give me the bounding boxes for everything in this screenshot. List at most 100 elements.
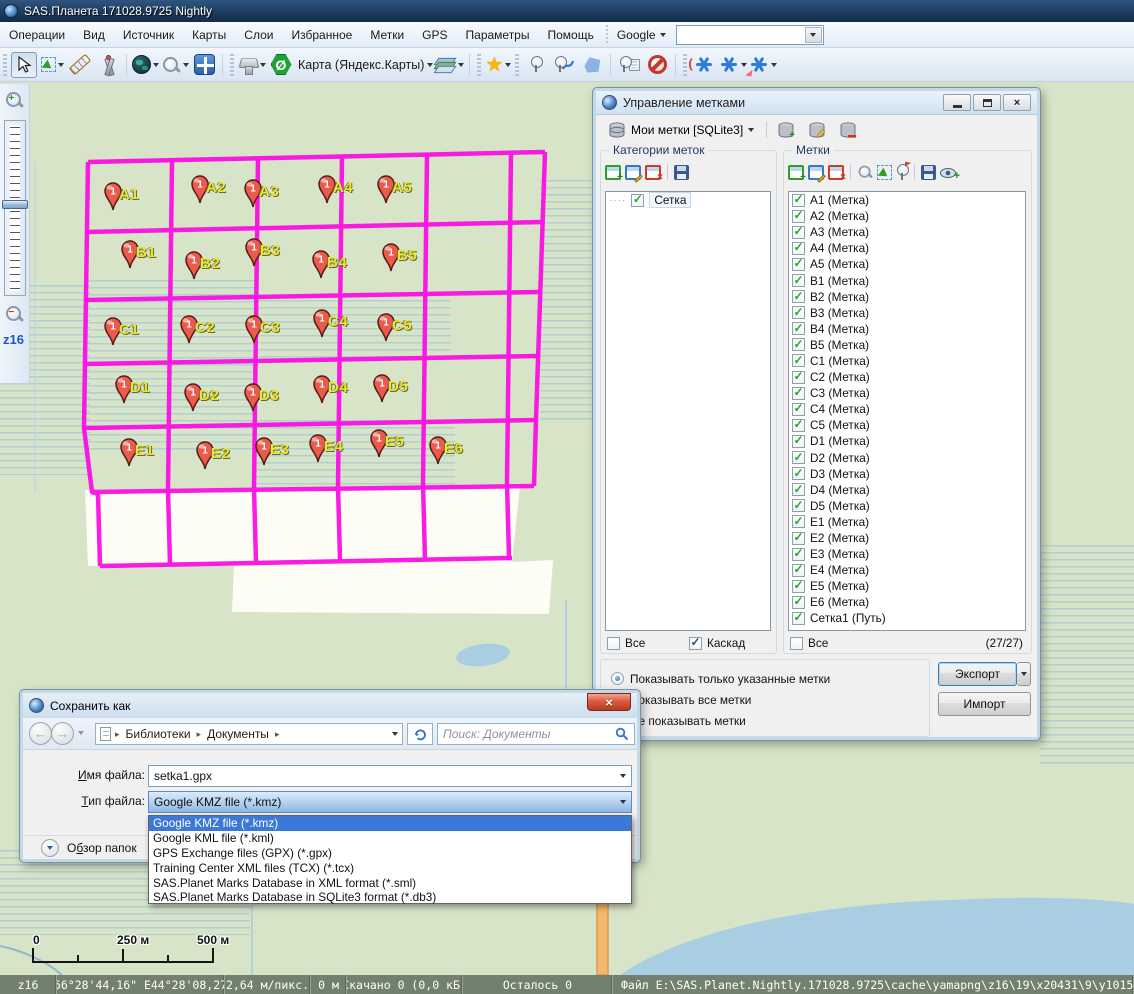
map-marker-A2[interactable]: 1A2 (189, 174, 249, 204)
export-button[interactable]: Экспорт (938, 662, 1017, 686)
app-titlebar[interactable]: SAS.Планета 171028.9725 Nightly (0, 0, 1134, 22)
checkbox-icon[interactable] (792, 403, 805, 416)
breadcrumb-item[interactable]: Документы (205, 727, 271, 741)
mark-item[interactable]: D4 (Метка) (789, 482, 1025, 498)
db-edit-button[interactable] (804, 119, 830, 141)
categories-list[interactable]: ····Сетка (605, 191, 771, 631)
download-manager-button[interactable] (238, 52, 266, 78)
mark-item[interactable]: E2 (Метка) (789, 530, 1025, 546)
menu-item-Избранное[interactable]: Избранное (282, 24, 361, 46)
checkbox-icon[interactable] (792, 548, 805, 561)
map-marker-B2[interactable]: 1B2 (183, 250, 243, 280)
filetype-option[interactable]: GPS Exchange files (GPX) (*.gpx) (149, 846, 631, 861)
map-marker-B1[interactable]: 1B1 (119, 239, 179, 269)
mark-item[interactable]: C5 (Метка) (789, 417, 1025, 433)
map-marker-D1[interactable]: 1D1 (113, 374, 173, 404)
save-icon[interactable] (674, 165, 689, 180)
marks-dialog-titlebar[interactable]: Управление метками × (596, 91, 1037, 115)
filetype-option[interactable]: Google KML file (*.kml) (149, 831, 631, 846)
add-path-button[interactable] (551, 52, 577, 78)
fullscreen-button[interactable] (191, 52, 217, 78)
layers-button[interactable] (434, 52, 464, 78)
checkbox-icon[interactable] (792, 306, 805, 319)
checkbox-icon[interactable] (790, 637, 803, 650)
placemark-manager-button[interactable] (616, 52, 642, 78)
combo-dropdown-button[interactable] (805, 27, 822, 43)
add-placemark-button[interactable] (523, 52, 549, 78)
map-marker-B5[interactable]: 1B5 (380, 242, 440, 272)
checkbox-icon[interactable] (792, 435, 805, 448)
save-icon[interactable] (921, 165, 936, 180)
zoom-in-icon[interactable]: + (4, 90, 24, 110)
checkbox-icon[interactable] (792, 451, 805, 464)
category-edit-icon[interactable] (625, 165, 641, 180)
mark-item[interactable]: C2 (Метка) (789, 369, 1025, 385)
marks-db-selector[interactable]: Мои метки [SQLite3] (601, 119, 761, 141)
checkbox-icon[interactable] (792, 596, 805, 609)
menu-item-Метки[interactable]: Метки (361, 24, 413, 46)
mark-item[interactable]: B3 (Метка) (789, 305, 1025, 321)
mark-item[interactable]: B1 (Метка) (789, 272, 1025, 288)
filetype-dropdown-list[interactable]: Google KMZ file (*.kmz)Google KML file (… (148, 815, 632, 904)
save-dialog-titlebar[interactable]: Сохранить как × (23, 693, 637, 718)
map-marker-C1[interactable]: 1C1 (102, 316, 162, 346)
checkbox-icon[interactable] (631, 194, 644, 207)
mark-item[interactable]: B2 (Метка) (789, 289, 1025, 305)
checkbox-icon[interactable] (792, 387, 805, 400)
display-option-radio[interactable]: Показывать только указанные метки (611, 668, 830, 689)
mark-item[interactable]: E6 (Метка) (789, 594, 1025, 610)
breadcrumb-dropdown-icon[interactable] (392, 732, 398, 736)
mark-delete-icon[interactable]: × (828, 165, 844, 180)
toolbar-grip[interactable] (230, 54, 234, 76)
selection-tool-button[interactable] (39, 52, 65, 78)
google-search-input[interactable] (676, 25, 824, 45)
menu-item-Источник[interactable]: Источник (114, 24, 183, 46)
map-marker-D5[interactable]: 1D5 (371, 373, 431, 403)
mark-item[interactable]: D3 (Метка) (789, 466, 1025, 482)
display-option-radio[interactable]: Показывать все метки (611, 689, 830, 710)
close-button[interactable]: × (1003, 94, 1031, 111)
zoom-out-icon[interactable]: − (4, 304, 24, 324)
map-marker-E4[interactable]: 1E4 (307, 433, 367, 463)
menu-item-Операции[interactable]: Операции (0, 24, 74, 46)
import-button[interactable]: Импорт (938, 692, 1031, 716)
checkbox-icon[interactable] (792, 467, 805, 480)
google-search-menu[interactable]: Google (611, 28, 672, 42)
category-delete-icon[interactable]: × (645, 165, 661, 180)
map-marker-D4[interactable]: 1D4 (311, 374, 371, 404)
gps-connect-button[interactable] (719, 52, 747, 78)
mark-item[interactable]: A1 (Метка) (789, 192, 1025, 208)
toolbar-grip[interactable] (3, 54, 7, 76)
category-item[interactable]: ····Сетка (606, 192, 770, 208)
map-marker-A3[interactable]: 1A3 (242, 178, 302, 208)
mark-item[interactable]: A5 (Метка) (789, 256, 1025, 272)
checkbox-icon[interactable] (792, 322, 805, 335)
search-input[interactable]: Поиск: Документы (437, 723, 635, 745)
checkbox-icon[interactable] (792, 483, 805, 496)
menu-item-GPS[interactable]: GPS (413, 24, 456, 46)
categories-all-checkbox[interactable]: Все (607, 636, 645, 650)
mark-item[interactable]: A3 (Метка) (789, 224, 1025, 240)
checkbox-icon[interactable] (689, 637, 702, 650)
chevron-down-icon[interactable] (620, 800, 626, 804)
mark-item[interactable]: D5 (Метка) (789, 498, 1025, 514)
mark-item[interactable]: A4 (Метка) (789, 240, 1025, 256)
mark-item[interactable]: E3 (Метка) (789, 546, 1025, 562)
mark-item[interactable]: E5 (Метка) (789, 578, 1025, 594)
filetype-select[interactable]: Google KMZ file (*.kmz) (148, 791, 632, 813)
category-add-icon[interactable]: + (605, 165, 621, 180)
mark-item[interactable]: B4 (Метка) (789, 321, 1025, 337)
zoom-tool-button[interactable] (161, 52, 189, 78)
export-dropdown-button[interactable] (1017, 662, 1031, 686)
breadcrumb-item[interactable]: Библиотеки (124, 727, 193, 741)
checkbox-icon[interactable] (792, 258, 805, 271)
history-dropdown-icon[interactable] (78, 731, 84, 735)
map-marker-B4[interactable]: 1B4 (310, 249, 370, 279)
toolbar-grip[interactable] (515, 54, 519, 76)
forward-button[interactable]: → (51, 722, 74, 745)
mark-navigation-icon[interactable] (896, 164, 908, 181)
mark-item[interactable]: C1 (Метка) (789, 353, 1025, 369)
map-marker-A5[interactable]: 1A5 (375, 174, 435, 204)
map-marker-D3[interactable]: 1D3 (242, 382, 302, 412)
mark-item[interactable]: E1 (Метка) (789, 514, 1025, 530)
